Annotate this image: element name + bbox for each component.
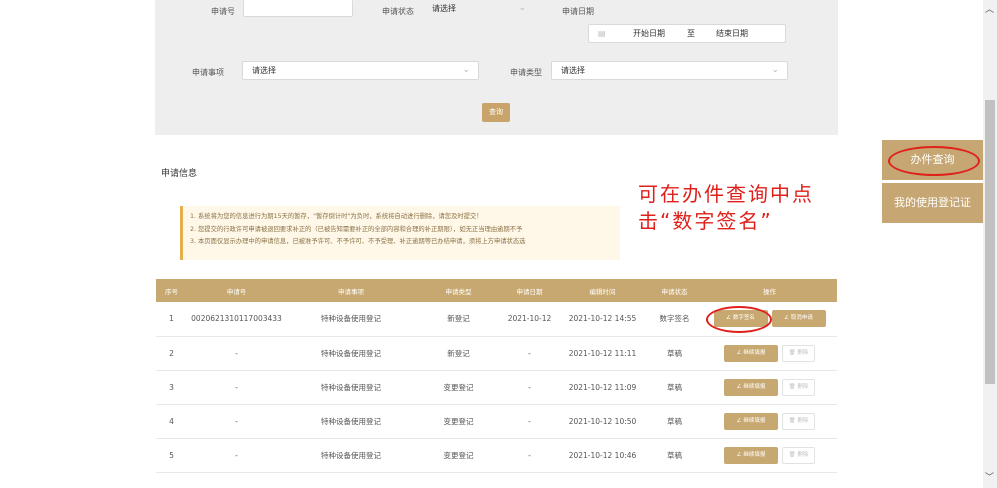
cell-actions: ∠ 继续填报 🗑 删除 [702, 370, 837, 405]
page: 申请号 申请状态 请选择 ⌄ 申请日期 ▤ 开始日期 至 结束日期 申请事项 请… [0, 0, 997, 488]
cell-edit-time: 2021-10-12 11:09 [558, 370, 647, 405]
scroll-up-icon[interactable]: ︿ [985, 2, 994, 15]
highlight-oval [888, 146, 980, 176]
continue-edit-button[interactable]: ∠ 继续填报 [724, 446, 778, 464]
delete-button[interactable]: 🗑 删除 [782, 446, 815, 464]
col-header: 编辑时间 [558, 279, 647, 302]
cell-apply-no: - [187, 438, 286, 473]
cell-apply-no: - [187, 336, 286, 371]
chevron-down-icon: ⌄ [518, 3, 526, 13]
cell-edit-time: 2021-10-12 10:46 [558, 438, 647, 473]
cell-date: - [501, 336, 558, 371]
date-range-picker[interactable]: ▤ 开始日期 至 结束日期 [588, 24, 786, 43]
date-range-separator: 至 [687, 29, 695, 38]
apply-item-select[interactable]: 请选择 ⌄ [242, 61, 479, 80]
apply-no-input[interactable] [243, 0, 353, 17]
col-header: 操作 [702, 279, 837, 302]
cell-status: 草稿 [647, 336, 702, 371]
cell-edit-time: 2021-10-12 10:50 [558, 404, 647, 439]
notice-line: 3. 本页面仅显示办理中的申请信息，已被准予许可、不予许可、不予受理、补正逾期等… [190, 238, 526, 245]
cell-date: - [501, 404, 558, 439]
table-row: 5 - 特种设备使用登记 变更登记 - 2021-10-12 10:46 草稿 … [156, 438, 837, 473]
cell-type: 新登记 [416, 336, 501, 371]
cell-type: 变更登记 [416, 438, 501, 473]
continue-edit-button[interactable]: ∠ 继续填报 [724, 378, 778, 396]
cell-actions: ∠ 继续填报 🗑 删除 [702, 438, 837, 473]
notice-line: 2. 您提交的行政许可申请被退回要求补正的（已被告知需要补正的全部内容和合理的补… [190, 225, 523, 233]
col-header: 申请类型 [416, 279, 501, 302]
chevron-down-icon: ⌄ [771, 65, 779, 75]
cell-apply-no: 0020621310117003433 [187, 302, 286, 337]
scrollbar-thumb[interactable] [985, 100, 995, 384]
cell-edit-time: 2021-10-12 11:11 [558, 336, 647, 371]
cell-no: 1 [156, 302, 187, 337]
notice-line: 1. 系统将为您的信息进行为期15天的暂存，"暂存倒计时"为负时，系统将自动进行… [190, 213, 483, 220]
cell-no: 4 [156, 404, 187, 439]
annotation-text: 可在办件查询中点击“数字签名” [638, 182, 814, 233]
start-date-input[interactable]: 开始日期 [633, 25, 665, 42]
annotation-callout: 可在办件查询中点击“数字签名” [620, 167, 874, 269]
cell-actions: ∠ 继续填报 🗑 删除 [702, 336, 837, 371]
apply-item-label: 申请事项 [192, 68, 224, 77]
apply-status-select[interactable]: 请选择 ⌄ [423, 0, 534, 17]
continue-edit-button[interactable]: ∠ 继续填报 [724, 412, 778, 430]
chevron-down-icon: ⌄ [462, 65, 470, 75]
delete-button[interactable]: 🗑 删除 [782, 378, 815, 396]
delete-button[interactable]: 🗑 删除 [782, 412, 815, 430]
col-header: 申请状态 [647, 279, 702, 302]
scroll-down-icon[interactable]: ﹀ [985, 470, 994, 483]
cell-status: 草稿 [647, 404, 702, 439]
cell-status: 草稿 [647, 370, 702, 405]
highlight-oval [706, 306, 772, 333]
apply-type-label: 申请类型 [510, 68, 542, 77]
col-header: 申请日期 [501, 279, 558, 302]
cell-apply-no: - [187, 404, 286, 439]
table-row: 3 - 特种设备使用登记 变更登记 - 2021-10-12 11:09 草稿 … [156, 370, 837, 405]
section-title: 申请信息 [161, 169, 198, 179]
cell-no: 2 [156, 336, 187, 371]
cell-date: - [501, 438, 558, 473]
col-header: 申请号 [187, 279, 286, 302]
search-form: 申请号 申请状态 请选择 ⌄ 申请日期 ▤ 开始日期 至 结束日期 申请事项 请… [155, 0, 838, 135]
cell-item: 特种设备使用登记 [286, 438, 416, 473]
notice-box: 1. 系统将为您的信息进行为期15天的暂存，"暂存倒计时"为负时，系统将自动进行… [180, 206, 620, 260]
cell-no: 5 [156, 438, 187, 473]
cell-date: 2021-10-12 [501, 302, 558, 337]
my-registry-button[interactable]: 我的使用登记证 [882, 183, 983, 223]
cell-item: 特种设备使用登记 [286, 336, 416, 371]
calendar-icon: ▤ [598, 29, 606, 38]
delete-button[interactable]: 🗑 删除 [782, 344, 815, 362]
apply-date-label: 申请日期 [562, 7, 594, 16]
cell-status: 草稿 [647, 438, 702, 473]
table-header-row: 序号 申请号 申请事项 申请类型 申请日期 编辑时间 申请状态 操作 [156, 279, 837, 302]
table-row: 4 - 特种设备使用登记 变更登记 - 2021-10-12 10:50 草稿 … [156, 404, 837, 439]
cell-edit-time: 2021-10-12 14:55 [558, 302, 647, 337]
cell-type: 变更登记 [416, 370, 501, 405]
apply-no-label: 申请号 [211, 7, 235, 16]
cell-type: 变更登记 [416, 404, 501, 439]
table-row: 2 - 特种设备使用登记 新登记 - 2021-10-12 11:11 草稿 ∠… [156, 336, 837, 371]
query-button[interactable]: 查询 [482, 103, 510, 122]
cell-item: 特种设备使用登记 [286, 302, 416, 337]
cell-item: 特种设备使用登记 [286, 404, 416, 439]
col-header: 申请事项 [286, 279, 416, 302]
cancel-application-button[interactable]: ∠ 取消申请 [771, 310, 826, 328]
cell-item: 特种设备使用登记 [286, 370, 416, 405]
cell-no: 3 [156, 370, 187, 405]
cell-status: 数字签名 [647, 302, 702, 337]
continue-edit-button[interactable]: ∠ 继续填报 [724, 344, 778, 362]
cell-type: 新登记 [416, 302, 501, 337]
cell-date: - [501, 370, 558, 405]
cell-apply-no: - [187, 370, 286, 405]
cell-actions: ∠ 继续填报 🗑 删除 [702, 404, 837, 439]
end-date-input[interactable]: 结束日期 [716, 25, 748, 42]
col-header: 序号 [156, 279, 187, 302]
apply-status-label: 申请状态 [382, 7, 414, 16]
apply-type-select[interactable]: 请选择 ⌄ [551, 61, 788, 80]
